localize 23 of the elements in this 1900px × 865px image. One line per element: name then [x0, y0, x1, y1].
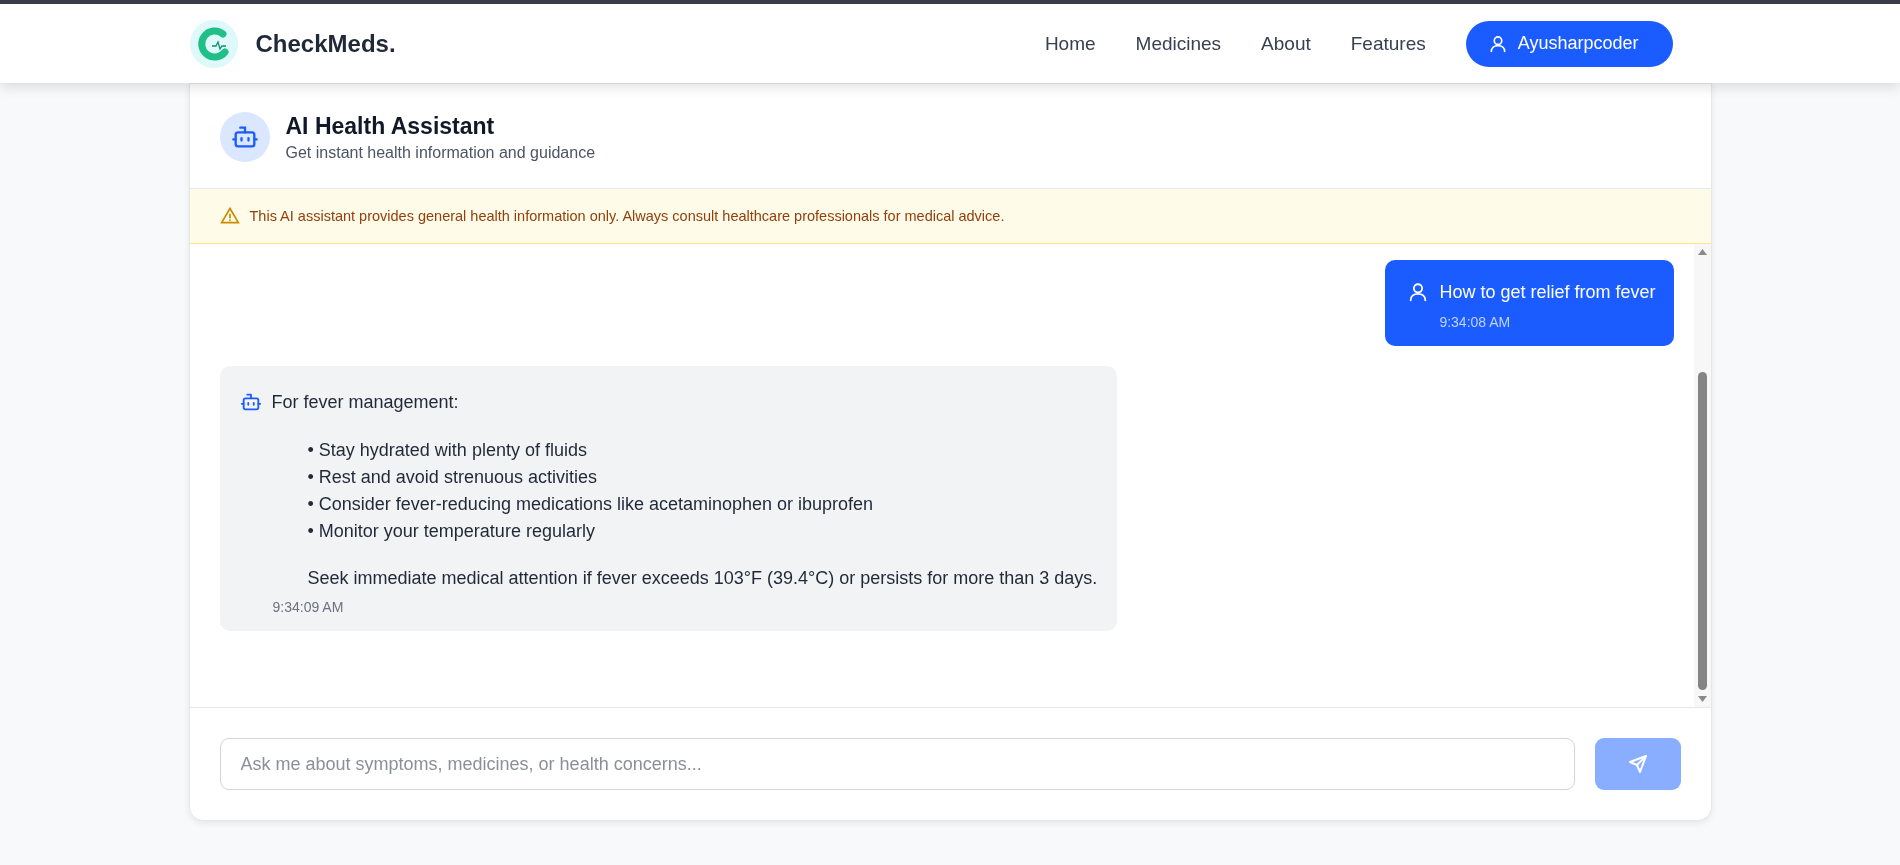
assistant-title: AI Health Assistant [285, 112, 496, 140]
nav-link[interactable]: Features [1350, 32, 1426, 55]
nav-link[interactable]: Home [1044, 32, 1096, 55]
robot-icon [239, 391, 262, 413]
assistant-subtitle: Get instant health information and guidance [285, 143, 596, 162]
bullet-item: • Consider fever-reducing medications like acetaminophen or ibuprofen [307, 494, 875, 515]
message-time: 9:34:08 AM [1439, 314, 1512, 330]
message-time: 9:34:09 AM [272, 599, 345, 615]
bullet-item: • Monitor your temperature regularly [307, 521, 596, 542]
brand-name: CheckMeds. [255, 29, 396, 58]
bullet-item: • Stay hydrated with plenty of fluids [307, 440, 588, 461]
message-input[interactable]: Ask me about symptoms, medicines, or health concerns... [219, 738, 1575, 790]
message-text: Seek immediate medical attention if fever exceeds 103°F (39.4°C) or persists for more than 3 days. [307, 568, 1098, 589]
message-text: How to get relief from fever [1439, 281, 1656, 304]
user-button[interactable]: Ayusharpcoder [1465, 20, 1673, 67]
message-text: For fever management: [271, 391, 459, 414]
robot-icon [219, 112, 270, 162]
nav-link[interactable]: Medicines [1135, 32, 1222, 55]
user-icon [1487, 33, 1508, 54]
disclaimer-text: This AI assistant provides general health information only. Always consult healthcare professionals for medical advice. [249, 208, 1005, 224]
warning-icon [219, 206, 240, 226]
nav-link[interactable]: About [1261, 32, 1311, 55]
bullet-item: • Rest and avoid strenuous activities [307, 467, 598, 488]
